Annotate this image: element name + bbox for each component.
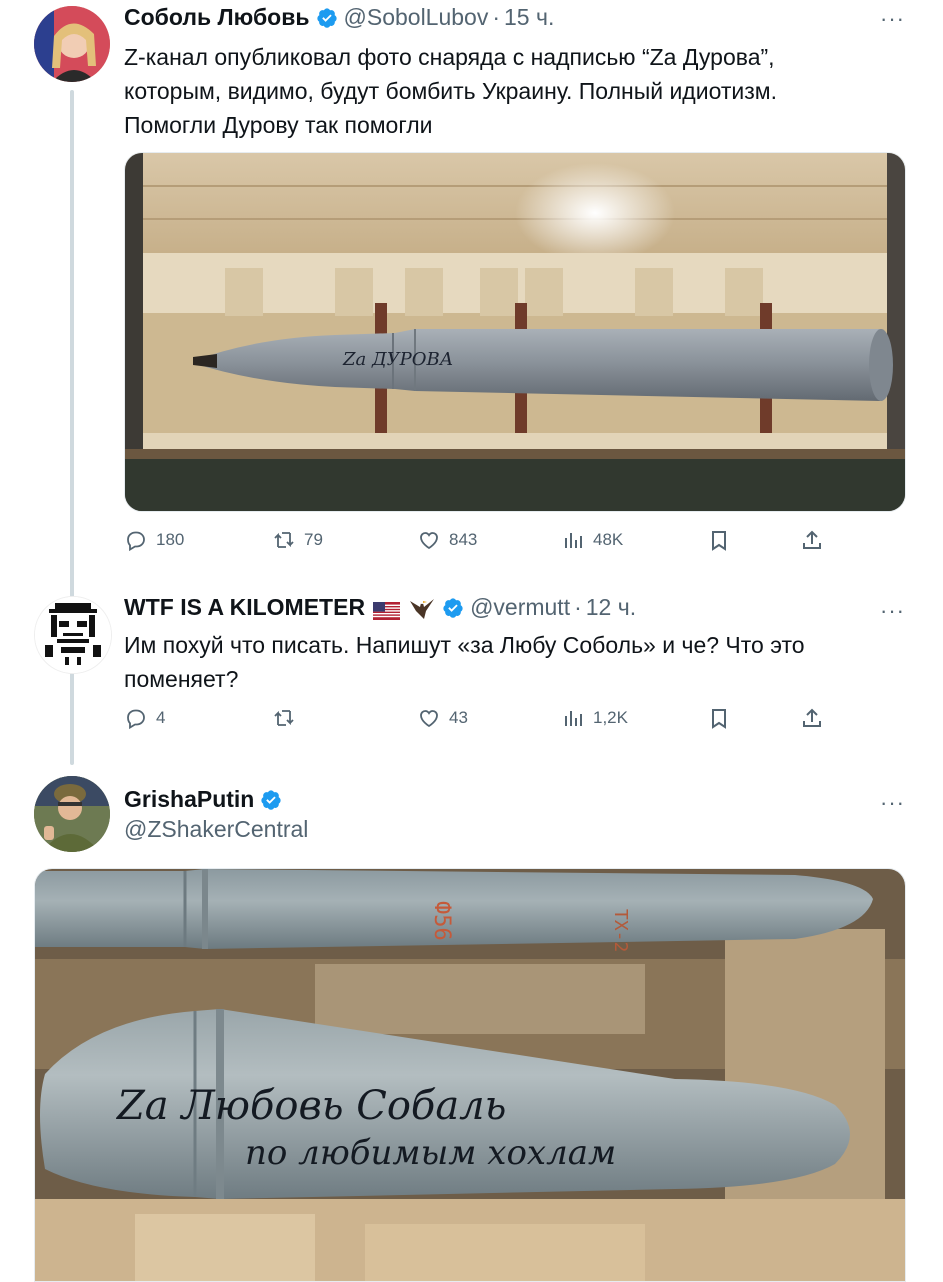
verified-badge-icon bbox=[260, 789, 282, 811]
more-options-button[interactable]: ··· bbox=[880, 790, 905, 816]
views-count: 48K bbox=[593, 530, 624, 549]
avatar[interactable] bbox=[34, 776, 110, 852]
tweet-text-line: поменяет? bbox=[124, 666, 239, 692]
share-icon bbox=[803, 530, 821, 549]
avatar[interactable] bbox=[34, 596, 112, 674]
more-options-button[interactable]: ··· bbox=[880, 598, 905, 624]
separator-dot: · bbox=[492, 4, 501, 30]
verified-badge-icon bbox=[316, 7, 338, 29]
separator-dot: · bbox=[574, 594, 582, 620]
tweet-photo-shell-crate[interactable]: Za ДУРОВА bbox=[124, 152, 906, 512]
heart-icon bbox=[420, 532, 438, 550]
reply-button[interactable]: 180 bbox=[124, 528, 184, 552]
tweet-text: Z-канал опубликовал фото снаряда с надпи… bbox=[124, 40, 777, 142]
more-options-button[interactable]: ··· bbox=[880, 6, 905, 32]
bookmark-icon bbox=[712, 531, 726, 551]
bookmark-icon bbox=[712, 709, 726, 729]
tweet-text-line: которым, видимо, будут бомбить Украину. … bbox=[124, 78, 777, 104]
verified-badge-icon bbox=[442, 597, 464, 619]
display-name[interactable]: GrishaPutin bbox=[124, 786, 254, 813]
tweet-actions: 4 43 1,2K bbox=[124, 706, 832, 736]
reply-button[interactable]: 4 bbox=[124, 706, 165, 730]
eagle-icon bbox=[408, 595, 436, 621]
repost-button[interactable]: 79 bbox=[272, 528, 323, 552]
tweet-photo-shells[interactable]: Ф56 ТХ-2 Za Любовь Собаль по любимым хох… bbox=[34, 868, 906, 1282]
shell-inscription: Za ДУРОВА bbox=[342, 349, 453, 370]
bookmark-button[interactable] bbox=[707, 528, 739, 552]
reply-count: 4 bbox=[156, 708, 166, 727]
tweet-text: Им похуй что писать. Напишут «за Любу Со… bbox=[124, 628, 805, 696]
reply-icon bbox=[127, 531, 145, 552]
like-button[interactable]: 43 bbox=[417, 706, 468, 730]
shell-stencil-1: Ф56 bbox=[429, 901, 454, 941]
views-chart-icon bbox=[565, 533, 582, 548]
views-button[interactable]: 1,2K bbox=[561, 706, 628, 730]
repost-button[interactable] bbox=[272, 706, 304, 730]
display-name[interactable]: Соболь Любовь bbox=[124, 4, 310, 31]
like-button[interactable]: 843 bbox=[417, 528, 477, 552]
views-chart-icon bbox=[565, 711, 582, 726]
tweet-text-line: Им похуй что писать. Напишут «за Любу Со… bbox=[124, 632, 805, 658]
shell-inscription-line-1: Za Любовь Собаль bbox=[115, 1083, 506, 1129]
views-count: 1,2K bbox=[593, 708, 628, 727]
timestamp[interactable]: 15 ч. bbox=[504, 4, 554, 31]
user-handle[interactable]: @vermutt bbox=[470, 594, 570, 621]
shell-stencil-2: ТХ-2 bbox=[610, 909, 631, 952]
share-button[interactable] bbox=[800, 528, 832, 552]
shell-inscription-line-2: по любимым хохлам bbox=[245, 1133, 616, 1173]
repost-count: 79 bbox=[304, 530, 323, 549]
reply-icon bbox=[127, 709, 145, 730]
views-button[interactable]: 48K bbox=[561, 528, 623, 552]
tweet-header: Соболь Любовь @SobolLubov · 15 ч. bbox=[124, 4, 554, 31]
us-flag-icon bbox=[373, 599, 401, 620]
tweet-text-line: Z-канал опубликовал фото снаряда с надпи… bbox=[124, 44, 775, 70]
heart-icon bbox=[420, 710, 438, 728]
user-handle[interactable]: @SobolLubov bbox=[344, 4, 489, 31]
share-button[interactable] bbox=[800, 706, 832, 730]
tweet-actions: 180 79 843 48K bbox=[124, 528, 832, 558]
tweet-text-line: Помогли Дурову так помогли bbox=[124, 112, 433, 138]
bookmark-button[interactable] bbox=[707, 706, 739, 730]
like-count: 843 bbox=[449, 530, 478, 549]
user-handle[interactable]: @ZShakerCentral bbox=[124, 816, 308, 843]
share-icon bbox=[803, 708, 821, 727]
repost-icon bbox=[274, 532, 294, 548]
tweet-header: WTF IS A KILOMETER @vermutt · 12 ч. bbox=[124, 594, 636, 621]
repost-icon bbox=[274, 710, 294, 726]
reply-count: 180 bbox=[156, 530, 185, 549]
timestamp[interactable]: 12 ч. bbox=[586, 594, 636, 621]
tweet-header: GrishaPutin bbox=[124, 786, 282, 813]
avatar[interactable] bbox=[34, 6, 110, 82]
like-count: 43 bbox=[449, 708, 468, 727]
display-name[interactable]: WTF IS A KILOMETER bbox=[124, 594, 365, 621]
